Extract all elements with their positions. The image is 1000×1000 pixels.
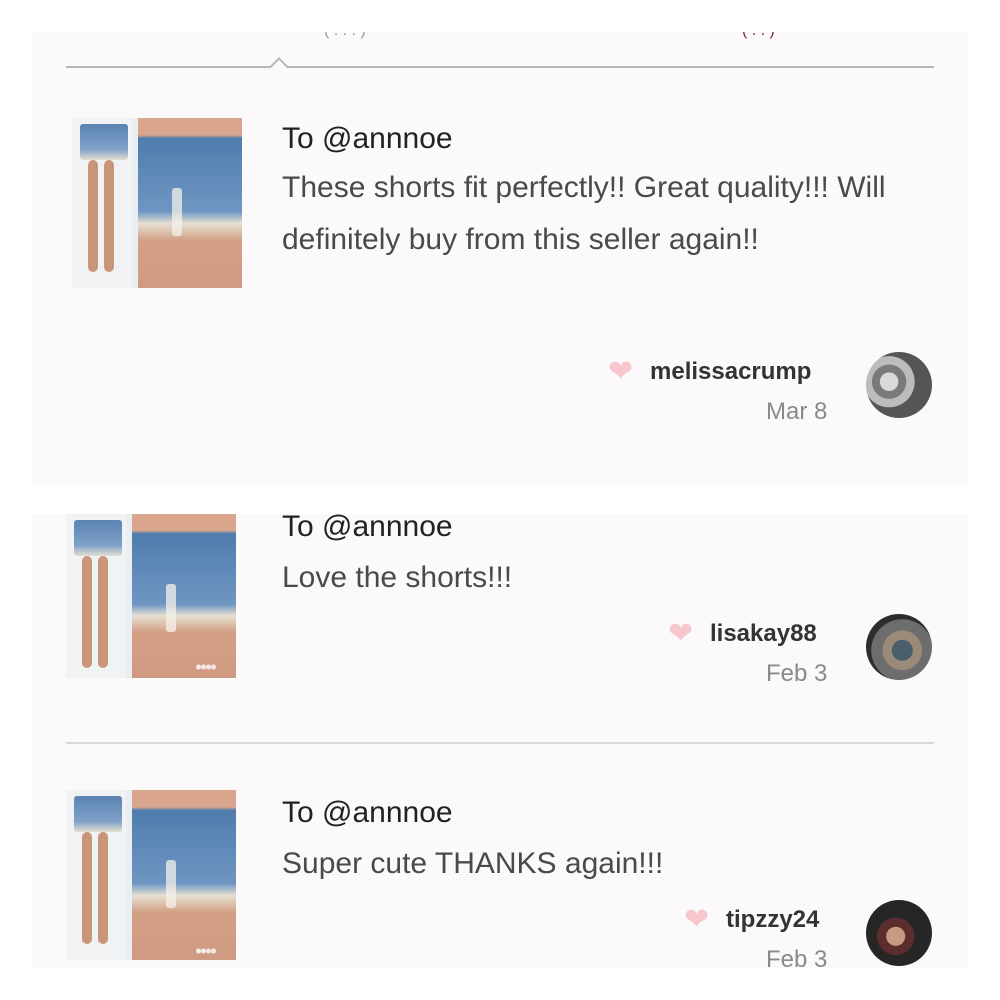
model-legs-image <box>66 514 126 678</box>
reviewer-avatar[interactable] <box>866 614 932 680</box>
listing-thumbnail[interactable] <box>66 790 236 960</box>
image-pager-dots <box>196 664 216 670</box>
reviews-panel-top: ( . . . ) ( . . ) To @annnoe These short… <box>32 32 968 484</box>
reviewer-username[interactable]: melissacrump <box>650 358 811 386</box>
review-date: Feb 3 <box>766 946 828 973</box>
heart-icon[interactable]: ❤ <box>684 905 712 935</box>
model-legs-image <box>66 790 126 960</box>
shorts-closeup-image <box>132 514 236 678</box>
review-date: Mar 8 <box>766 398 828 425</box>
review-text: These shorts fit perfectly!! Great quali… <box>282 171 886 256</box>
image-pager-dots <box>196 948 216 954</box>
tabs-fragment: ( . . . ) ( . . ) <box>32 32 968 40</box>
tab-count-right[interactable]: ( . . ) <box>742 32 775 40</box>
listing-thumbnail[interactable] <box>66 514 236 678</box>
shorts-closeup-image <box>138 118 242 288</box>
reviewer-avatar[interactable] <box>866 352 932 418</box>
shorts-closeup-image <box>132 790 236 960</box>
reviews-panel-bottom: To @annnoe Love the shorts!!! ❤ lisakay8… <box>32 510 968 973</box>
reviewer-username[interactable]: lisakay88 <box>710 620 817 648</box>
tab-underline <box>66 66 934 68</box>
review-date: Feb 3 <box>766 660 828 687</box>
review-text: Love the shorts!!! <box>282 561 513 594</box>
model-legs-image <box>72 118 132 288</box>
review-divider <box>66 742 934 744</box>
review-recipient: To @annnoe <box>282 510 453 543</box>
tab-indicator-notch <box>269 57 289 77</box>
tab-count-left[interactable]: ( . . . ) <box>324 32 366 40</box>
review-text: Super cute THANKS again!!! <box>282 847 664 880</box>
listing-thumbnail[interactable] <box>72 118 242 288</box>
review-recipient: To @annnoe <box>282 122 453 155</box>
reviewer-username[interactable]: tipzzy24 <box>726 906 819 934</box>
heart-icon[interactable]: ❤ <box>608 357 636 387</box>
review-recipient: To @annnoe <box>282 796 453 829</box>
heart-icon[interactable]: ❤ <box>668 619 696 649</box>
reviewer-avatar[interactable] <box>866 900 932 966</box>
